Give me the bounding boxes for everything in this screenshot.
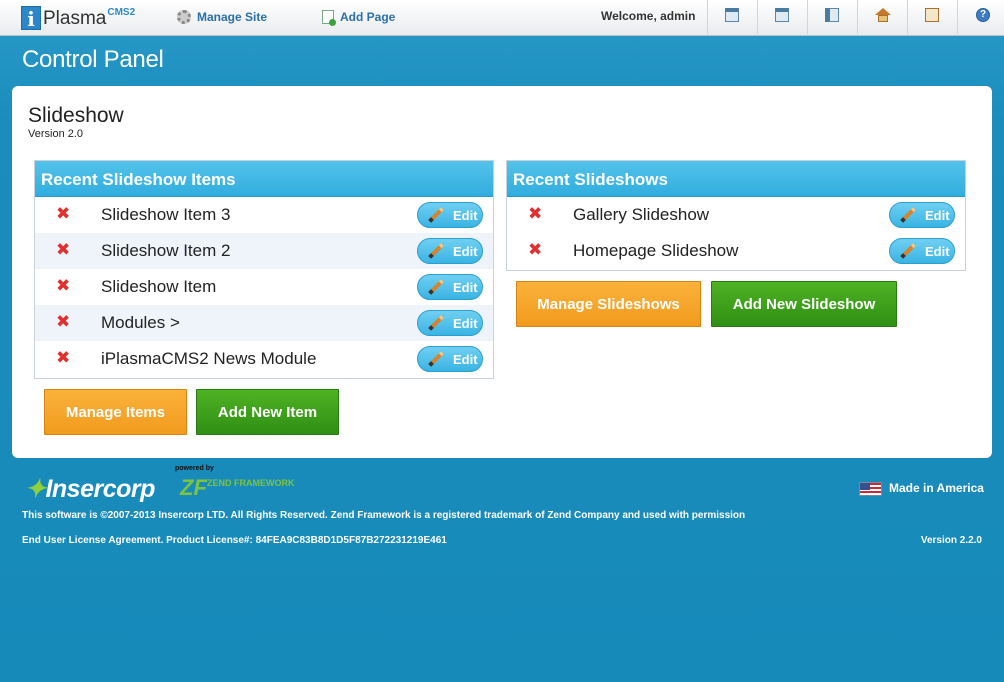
item-label[interactable]: iPlasmaCMS2 News Module bbox=[101, 349, 316, 369]
license-link[interactable]: End User License Agreement. Product Lice… bbox=[22, 535, 447, 546]
item-label[interactable]: Modules > bbox=[101, 313, 180, 333]
slideshow-label[interactable]: Homepage Slideshow bbox=[573, 241, 738, 261]
toolbar-divider bbox=[907, 0, 908, 34]
edit-label: Edit bbox=[925, 207, 950, 223]
version-text: Version 2.2.0 bbox=[920, 535, 982, 546]
manage-items-button[interactable]: Manage Items bbox=[44, 389, 187, 435]
insercorp-brand-text: Insercorp bbox=[45, 475, 155, 503]
layout-header-icon[interactable] bbox=[725, 8, 739, 22]
module-panel: Slideshow Version 2.0 Recent Slideshow I… bbox=[12, 86, 992, 458]
recent-items-box: Recent Slideshow Items ✖ Slideshow Item … bbox=[34, 160, 494, 379]
list-item: ✖ iPlasmaCMS2 News Module Edit bbox=[35, 341, 493, 377]
layout-sidebar-icon[interactable] bbox=[825, 8, 839, 22]
help-icon[interactable]: ? bbox=[976, 8, 990, 22]
item-label[interactable]: Slideshow Item bbox=[101, 277, 216, 297]
manage-site-link[interactable]: Manage Site bbox=[177, 8, 267, 26]
list-item: ✖ Modules > Edit bbox=[35, 305, 493, 341]
manage-site-label: Manage Site bbox=[197, 10, 268, 24]
pencil-icon bbox=[428, 279, 444, 295]
slideshow-label[interactable]: Gallery Slideshow bbox=[573, 205, 709, 225]
pencil-icon bbox=[900, 243, 916, 259]
add-page-icon bbox=[322, 10, 336, 26]
recent-slideshows-header: Recent Slideshows bbox=[507, 161, 965, 197]
logo-text: Plasma bbox=[43, 8, 107, 29]
zend-framework-text: ZEND FRAMEWORK bbox=[207, 478, 295, 488]
delete-icon[interactable]: ✖ bbox=[56, 349, 70, 366]
edit-label: Edit bbox=[453, 315, 478, 331]
list-item: ✖ Slideshow Item 2 Edit bbox=[35, 233, 493, 269]
delete-icon[interactable]: ✖ bbox=[56, 313, 70, 330]
pencil-icon bbox=[428, 207, 444, 223]
list-item: ✖ Slideshow Item Edit bbox=[35, 269, 493, 305]
edit-button[interactable]: Edit bbox=[417, 274, 483, 300]
layout-top-icon[interactable] bbox=[775, 8, 789, 22]
us-flag-icon bbox=[859, 482, 882, 496]
item-label[interactable]: Slideshow Item 2 bbox=[101, 241, 230, 261]
item-label[interactable]: Slideshow Item 3 bbox=[101, 205, 230, 225]
add-page-label: Add Page bbox=[340, 10, 396, 24]
add-page-link[interactable]: Add Page bbox=[322, 8, 395, 26]
welcome-text: Welcome, admin bbox=[601, 9, 696, 23]
logo-superscript: CMS2 bbox=[107, 7, 136, 18]
add-new-item-button[interactable]: Add New Item bbox=[196, 389, 339, 435]
edit-label: Edit bbox=[453, 207, 478, 223]
pencil-icon bbox=[428, 315, 444, 331]
edit-button[interactable]: Edit bbox=[417, 346, 483, 372]
edit-label: Edit bbox=[453, 351, 478, 367]
gear-icon bbox=[177, 10, 191, 24]
insercorp-mark-icon: ✦ bbox=[25, 475, 46, 503]
manage-slideshows-button[interactable]: Manage Slideshows bbox=[516, 281, 701, 327]
edit-button[interactable]: Edit bbox=[417, 310, 483, 336]
recent-items-header: Recent Slideshow Items bbox=[35, 161, 493, 197]
list-item: ✖ Gallery Slideshow Edit bbox=[507, 197, 965, 233]
insercorp-logo[interactable]: ✦Insercorp bbox=[25, 474, 155, 504]
module-version: Version 2.0 bbox=[28, 128, 84, 140]
powered-by-text: powered by bbox=[175, 465, 214, 472]
home-roof bbox=[875, 8, 891, 15]
edit-label: Edit bbox=[453, 243, 478, 259]
made-in-america-text: Made in America bbox=[889, 481, 984, 495]
top-toolbar: i Plasma CMS2 Manage Site Add Page Welco… bbox=[0, 0, 1004, 36]
delete-icon[interactable]: ✖ bbox=[528, 205, 542, 222]
logo-letter: i bbox=[21, 6, 41, 31]
pencil-icon bbox=[900, 207, 916, 223]
delete-icon[interactable]: ✖ bbox=[56, 277, 70, 294]
list-item: ✖ Homepage Slideshow Edit bbox=[507, 233, 965, 269]
edit-label: Edit bbox=[925, 243, 950, 259]
page-title: Control Panel bbox=[22, 46, 164, 73]
home-body bbox=[878, 15, 888, 22]
list-item: ✖ Slideshow Item 3 Edit bbox=[35, 197, 493, 233]
delete-icon[interactable]: ✖ bbox=[528, 241, 542, 258]
pencil-icon bbox=[428, 351, 444, 367]
recent-slideshows-box: Recent Slideshows ✖ Gallery Slideshow Ed… bbox=[506, 160, 966, 271]
edit-button[interactable]: Edit bbox=[417, 238, 483, 264]
toolbar-divider bbox=[857, 0, 858, 34]
toolbar-divider bbox=[707, 0, 708, 34]
app-logo[interactable]: i Plasma CMS2 bbox=[21, 6, 135, 32]
module-title: Slideshow bbox=[28, 104, 124, 127]
toolbar-divider bbox=[957, 0, 958, 34]
toolbar-divider bbox=[757, 0, 758, 34]
add-new-slideshow-button[interactable]: Add New Slideshow bbox=[711, 281, 897, 327]
edit-button[interactable]: Edit bbox=[889, 238, 955, 264]
delete-icon[interactable]: ✖ bbox=[56, 241, 70, 258]
delete-icon[interactable]: ✖ bbox=[56, 205, 70, 222]
toolbar-divider bbox=[807, 0, 808, 34]
copyright-text: This software is ©2007-2013 Insercorp LT… bbox=[22, 510, 746, 521]
pencil-icon bbox=[428, 243, 444, 259]
home-icon[interactable] bbox=[875, 8, 891, 22]
edit-button[interactable]: Edit bbox=[889, 202, 955, 228]
edit-label: Edit bbox=[453, 279, 478, 295]
zend-framework-logo[interactable]: ZF bbox=[180, 475, 207, 501]
site-home-icon[interactable] bbox=[925, 8, 939, 22]
edit-button[interactable]: Edit bbox=[417, 202, 483, 228]
